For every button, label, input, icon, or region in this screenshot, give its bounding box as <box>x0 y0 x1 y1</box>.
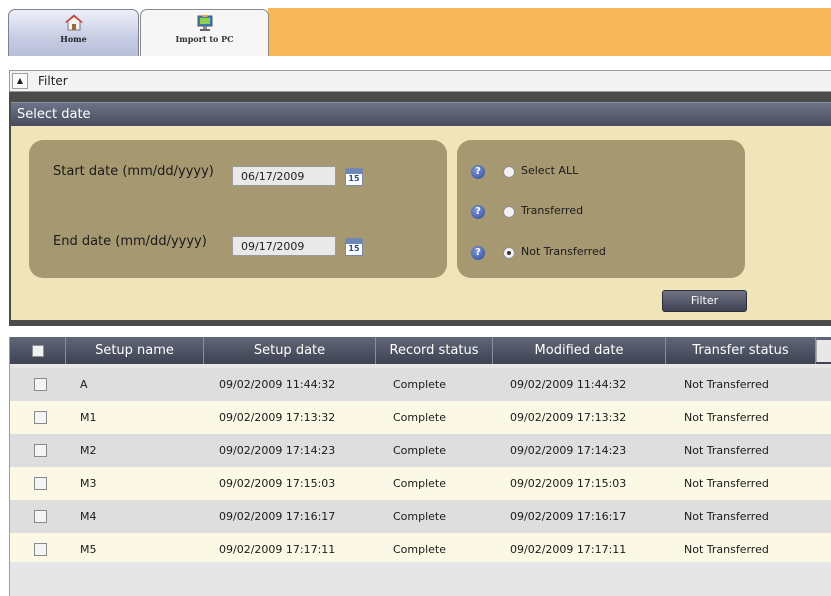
column-header-setup-date[interactable]: Setup date <box>204 337 376 364</box>
select-date-title: Select date <box>17 107 91 122</box>
row-checkbox[interactable] <box>34 411 47 424</box>
cell-transfer-status: Not Transferred <box>684 477 769 490</box>
cell-setup-date: 09/02/2009 11:44:32 <box>219 378 336 391</box>
column-header-transfer-status[interactable]: Transfer status <box>666 337 816 364</box>
radio-not-transferred-label: Not Transferred <box>521 245 606 258</box>
table-row[interactable]: M4 09/02/2009 17:16:17 Complete 09/02/20… <box>10 500 831 533</box>
column-header-modified-date[interactable]: Modified date <box>493 337 666 364</box>
cell-record-status: Complete <box>393 444 447 457</box>
radio-transferred-label: Transferred <box>521 204 584 217</box>
cell-modified-date: 09/02/2009 11:44:32 <box>510 378 627 391</box>
table-row[interactable]: M3 09/02/2009 17:15:03 Complete 09/02/20… <box>10 467 831 500</box>
help-icon[interactable]: ? <box>471 246 485 260</box>
home-tab[interactable]: Home <box>8 9 139 56</box>
table-header: Setup name Setup date Record status Modi… <box>10 337 831 364</box>
import-to-pc-tab[interactable]: Import to PC <box>140 9 269 56</box>
calendar-day: 15 <box>348 174 360 183</box>
end-date-input[interactable]: 09/17/2009 <box>232 236 336 256</box>
filter-button[interactable]: Filter <box>662 290 747 312</box>
filter-header-title: Filter <box>38 74 68 88</box>
filter-header: ▲ Filter <box>9 70 831 92</box>
cell-transfer-status: Not Transferred <box>684 378 769 391</box>
radio-transferred[interactable] <box>503 206 515 218</box>
home-tab-label: Home <box>60 34 87 44</box>
cell-modified-date: 09/02/2009 17:14:23 <box>510 444 627 457</box>
cell-transfer-status: Not Transferred <box>684 510 769 523</box>
transfer-status-group: ? Select ALL ? Transferred ? Not Transfe… <box>457 140 745 278</box>
cell-setup-date: 09/02/2009 17:14:23 <box>219 444 336 457</box>
radio-select-all[interactable] <box>503 166 515 178</box>
cell-transfer-status: Not Transferred <box>684 411 769 424</box>
toolbar-background <box>268 8 831 56</box>
start-date-label: Start date (mm/dd/yyyy) <box>53 164 214 179</box>
column-header-setup-name[interactable]: Setup name <box>66 337 204 364</box>
header-select-all-checkbox[interactable] <box>31 344 44 357</box>
row-checkbox[interactable] <box>34 543 47 556</box>
header-select-all-cell <box>10 337 66 364</box>
cell-setup-date: 09/02/2009 17:16:17 <box>219 510 336 523</box>
filter-panel: Select date Start date (mm/dd/yyyy) 06/1… <box>9 92 831 326</box>
home-icon <box>64 14 83 31</box>
top-toolbar: Home Import to PC <box>0 0 831 62</box>
table-row[interactable]: A 09/02/2009 11:44:32 Complete 09/02/200… <box>10 368 831 401</box>
cell-setup-name: M1 <box>80 411 97 424</box>
cell-setup-date: 09/02/2009 17:15:03 <box>219 477 336 490</box>
cell-record-status: Complete <box>393 477 447 490</box>
cell-modified-date: 09/02/2009 17:15:03 <box>510 477 627 490</box>
cell-transfer-status: Not Transferred <box>684 444 769 457</box>
setup-table: Setup name Setup date Record status Modi… <box>9 337 831 596</box>
import-to-pc-tab-label: Import to PC <box>175 34 234 44</box>
cell-setup-name: A <box>80 378 88 391</box>
cell-record-status: Complete <box>393 411 447 424</box>
collapse-icon[interactable]: ▲ <box>12 73 28 89</box>
start-date-input[interactable]: 06/17/2009 <box>232 166 336 186</box>
help-icon[interactable]: ? <box>471 165 485 179</box>
table-row[interactable]: M2 09/02/2009 17:14:23 Complete 09/02/20… <box>10 434 831 467</box>
header-scroll-corner <box>816 340 831 362</box>
radio-select-all-label: Select ALL <box>521 164 579 177</box>
help-icon[interactable]: ? <box>471 205 485 219</box>
select-date-bar: Select date <box>11 102 831 126</box>
cell-setup-name: M3 <box>80 477 97 490</box>
table-row[interactable]: M1 09/02/2009 17:13:32 Complete 09/02/20… <box>10 401 831 434</box>
row-checkbox[interactable] <box>34 510 47 523</box>
row-checkbox[interactable] <box>34 477 47 490</box>
cell-setup-date: 09/02/2009 17:13:32 <box>219 411 336 424</box>
row-checkbox[interactable] <box>34 378 47 391</box>
table-empty-area <box>10 562 831 596</box>
column-header-record-status[interactable]: Record status <box>376 337 493 364</box>
cell-record-status: Complete <box>393 378 447 391</box>
end-date-calendar-icon[interactable]: 15 <box>345 238 363 256</box>
cell-modified-date: 09/02/2009 17:16:17 <box>510 510 627 523</box>
row-checkbox[interactable] <box>34 444 47 457</box>
cell-modified-date: 09/02/2009 17:13:32 <box>510 411 627 424</box>
calendar-day: 15 <box>348 244 360 253</box>
cell-record-status: Complete <box>393 510 447 523</box>
radio-not-transferred[interactable] <box>503 247 515 259</box>
import-to-pc-icon <box>197 14 212 31</box>
cell-setup-name: M4 <box>80 510 97 523</box>
filter-inner: Start date (mm/dd/yyyy) 06/17/2009 15 En… <box>11 126 831 320</box>
cell-setup-name: M2 <box>80 444 97 457</box>
date-range-group: Start date (mm/dd/yyyy) 06/17/2009 15 En… <box>29 140 447 278</box>
start-date-calendar-icon[interactable]: 15 <box>345 168 363 186</box>
end-date-label: End date (mm/dd/yyyy) <box>53 234 207 249</box>
